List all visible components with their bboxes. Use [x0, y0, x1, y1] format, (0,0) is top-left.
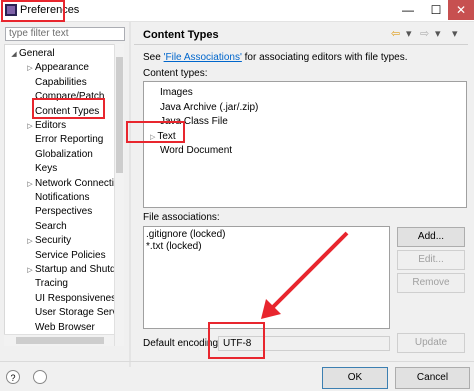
- content-type-label: Java Archive (.jar/.zip): [160, 101, 259, 113]
- tree-item[interactable]: Perspectives: [25, 205, 92, 219]
- add-button[interactable]: Add...: [397, 227, 465, 247]
- content-type-label: Word Document: [160, 145, 233, 156]
- expand-arrow-icon[interactable]: ▷: [25, 178, 35, 192]
- minimize-button[interactable]: —: [394, 0, 422, 20]
- tree-item-label: Editors: [35, 120, 67, 131]
- expand-arrow-icon[interactable]: ◢: [9, 48, 19, 62]
- header-separator: [134, 44, 468, 45]
- tree-item[interactable]: ▷ Security: [25, 234, 71, 248]
- page-title: Content Types: [143, 29, 219, 41]
- tree-item[interactable]: Search: [25, 220, 67, 234]
- tree-item-label: Network Connectio: [35, 177, 120, 189]
- tree-vertical-scroll-thumb[interactable]: [116, 57, 123, 173]
- maximize-button[interactable]: ☐: [422, 0, 450, 20]
- tree-item-label: Keys: [35, 163, 58, 175]
- tree-item-label: Notifications: [35, 192, 90, 203]
- tree-item[interactable]: ▷ Editors: [25, 119, 66, 133]
- help-icon[interactable]: ?: [6, 370, 20, 384]
- tree-item[interactable]: Notifications: [25, 191, 89, 205]
- file-associations-label: File associations:: [143, 212, 220, 223]
- close-button[interactable]: ✕: [448, 0, 474, 20]
- filter-input[interactable]: type filter text: [5, 27, 125, 41]
- edit-button[interactable]: Edit...: [397, 250, 465, 270]
- content-types-label: Content types:: [143, 68, 208, 79]
- file-associations-link[interactable]: 'File Associations': [164, 52, 242, 63]
- tree-item[interactable]: Tracing: [25, 277, 68, 291]
- annotation-arrow: [261, 231, 349, 319]
- view-menu-icon[interactable]: ▾: [452, 27, 458, 40]
- text-highlight-box: [126, 121, 185, 143]
- content-types-highlight-box: [32, 98, 105, 119]
- ok-button[interactable]: OK: [322, 367, 388, 389]
- tree-item-label: Perspectives: [35, 206, 93, 218]
- tree-item[interactable]: User Storage Serv: [25, 306, 117, 320]
- remove-button[interactable]: Remove: [397, 273, 465, 293]
- tree-item[interactable]: Service Policies: [25, 249, 106, 263]
- encoding-highlight-box: [208, 322, 265, 359]
- tree-item-label: Tracing: [35, 278, 68, 290]
- tree-item-label: Capabilities: [35, 76, 87, 88]
- tree-item[interactable]: Globalization: [25, 148, 93, 162]
- content-type-item[interactable]: Word Document: [160, 144, 232, 158]
- tree-item[interactable]: Error Reporting: [25, 133, 103, 147]
- tree-item-label: Globalization: [35, 148, 93, 160]
- update-button[interactable]: Update: [397, 333, 465, 353]
- tree-item-label: Startup and Shutd: [35, 264, 116, 275]
- tree-item-label: Security: [35, 235, 72, 247]
- tree-item[interactable]: ▷ Startup and Shutd: [25, 263, 116, 278]
- content-type-item[interactable]: Java Archive (.jar/.zip): [160, 101, 258, 115]
- tree-item[interactable]: Capabilities: [25, 76, 87, 90]
- content-types-list: Images Java Archive (.jar/.zip) Java Class…: [143, 81, 467, 208]
- content-type-item[interactable]: Images: [160, 86, 193, 100]
- expand-arrow-icon[interactable]: ▷: [25, 264, 35, 278]
- preference-tree: ◢ General ▷ Appearance Capabilities Compare/P…: [4, 44, 124, 346]
- tree-item-label: Web Browser: [35, 321, 95, 333]
- tree-item[interactable]: Keys: [25, 162, 57, 176]
- tree-item-label: General: [19, 48, 55, 59]
- forward-menu-icon[interactable]: ▾: [435, 27, 441, 40]
- back-arrow-icon[interactable]: ⇦: [391, 27, 400, 40]
- back-menu-icon[interactable]: ▾: [406, 27, 412, 40]
- see-prefix: See: [143, 52, 164, 63]
- see-suffix: for associating editors with file types.: [241, 52, 408, 63]
- forward-arrow-icon[interactable]: ⇨: [420, 27, 429, 40]
- expand-arrow-icon[interactable]: ▷: [25, 235, 35, 249]
- description-text: See 'File Associations' for associating …: [143, 52, 408, 63]
- panel-sash[interactable]: [129, 22, 131, 367]
- tree-item[interactable]: ▷ Network Connectio: [25, 177, 119, 191]
- tree-item[interactable]: ▷ Appearance: [25, 61, 89, 75]
- tree-item-label: Service Policies: [35, 249, 106, 261]
- import-export-icon[interactable]: [33, 370, 47, 384]
- file-association-item[interactable]: *.txt (locked): [146, 240, 202, 254]
- expand-arrow-icon[interactable]: ▷: [25, 62, 35, 76]
- tree-item-label: Search: [35, 220, 67, 232]
- tree-item-label: UI Responsivenes: [35, 292, 117, 304]
- cancel-button[interactable]: Cancel: [395, 367, 470, 389]
- tree-item[interactable]: UI Responsivenes: [25, 292, 116, 306]
- tree-item-label: Appearance: [35, 62, 89, 74]
- tree-item[interactable]: ◢ General: [9, 47, 55, 62]
- footer-separator: [0, 361, 474, 362]
- expand-arrow-icon[interactable]: ▷: [25, 120, 35, 134]
- title-highlight-box: [1, 0, 65, 22]
- content-type-label: Images: [160, 87, 193, 98]
- tree-item-label: Error Reporting: [35, 134, 104, 146]
- tree-horizontal-scroll-thumb[interactable]: [16, 337, 104, 344]
- tree-item[interactable]: Web Browser: [25, 321, 95, 335]
- tree-item-label: User Storage Serv: [35, 307, 118, 319]
